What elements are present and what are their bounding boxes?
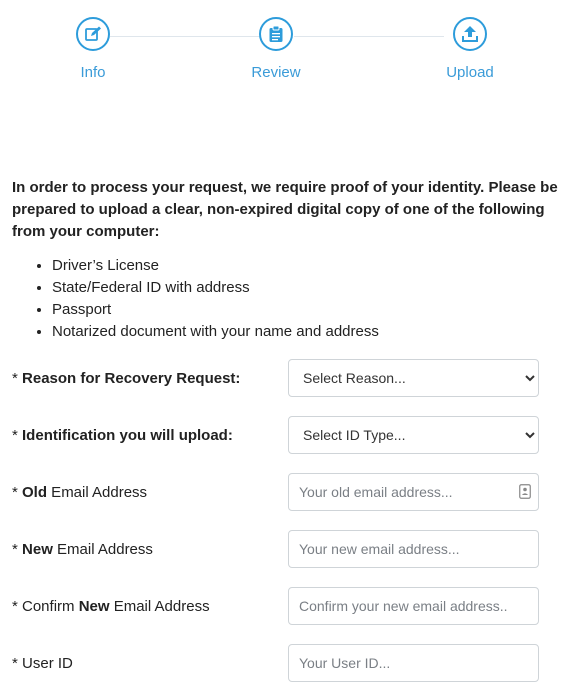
confirm-email-label-text: Email Address: [109, 598, 210, 615]
step-circle: [76, 17, 110, 51]
old-email-label-bold: Old: [22, 484, 48, 501]
required-marker: *: [12, 484, 23, 501]
list-item: Passport: [52, 299, 379, 321]
step-review[interactable]: Review: [216, 17, 336, 81]
user-id-label-text: User ID: [22, 655, 73, 672]
old-email-field[interactable]: [288, 473, 539, 511]
step-circle: [259, 17, 293, 51]
new-email-label-text: Email Address: [52, 541, 153, 558]
user-id-row: * User ID: [12, 644, 539, 684]
edit-icon: [85, 26, 101, 41]
progress-stepper: Info Review Upload: [0, 0, 573, 110]
id-type-select[interactable]: Select ID Type...: [288, 416, 539, 454]
list-item: Notarized document with your name and ad…: [52, 321, 379, 343]
confirm-email-field[interactable]: [288, 587, 539, 625]
step-label: Info: [80, 64, 106, 81]
id-type-row: * Identification you will upload: Select…: [12, 416, 539, 456]
user-id-label: * User ID: [12, 644, 73, 684]
old-email-label-text: Email Address: [47, 484, 148, 501]
confirm-email-label: * Confirm New Email Address: [12, 587, 210, 627]
reason-label: * Reason for Recovery Request:: [12, 359, 240, 399]
list-item: Driver’s License: [52, 255, 379, 277]
confirm-email-label-bold: New: [78, 598, 110, 615]
step-label: Upload: [446, 64, 494, 81]
clipboard-icon: [269, 25, 283, 42]
id-type-label: * Identification you will upload:: [12, 416, 233, 456]
required-marker: *: [12, 655, 23, 672]
step-upload[interactable]: Upload: [410, 17, 530, 81]
step-label: Review: [251, 64, 301, 81]
new-email-label: * New Email Address: [12, 530, 153, 570]
list-item: State/Federal ID with address: [52, 277, 379, 299]
upload-icon: [462, 26, 478, 42]
user-id-field[interactable]: [288, 644, 539, 682]
confirm-email-row: * Confirm New Email Address: [12, 587, 539, 627]
contact-card-icon[interactable]: [519, 484, 531, 499]
id-type-label-text: Identification you will upload:: [22, 427, 233, 444]
old-email-label: * Old Email Address: [12, 473, 147, 513]
intro-text: In order to process your request, we req…: [12, 179, 558, 240]
confirm-email-label-prefix: * Confirm: [12, 598, 79, 615]
reason-label-text: Reason for Recovery Request:: [22, 370, 241, 387]
old-email-row: * Old Email Address: [12, 473, 539, 513]
new-email-row: * New Email Address: [12, 530, 539, 570]
required-marker: *: [12, 541, 23, 558]
new-email-label-bold: New: [22, 541, 53, 558]
proof-list: Driver’s License State/Federal ID with a…: [12, 255, 379, 343]
new-email-field[interactable]: [288, 530, 539, 568]
required-marker: *: [12, 427, 23, 444]
reason-select[interactable]: Select Reason...: [288, 359, 539, 397]
step-circle: [453, 17, 487, 51]
required-marker: *: [12, 370, 23, 387]
step-info[interactable]: Info: [33, 17, 153, 81]
reason-row: * Reason for Recovery Request: Select Re…: [12, 359, 539, 399]
